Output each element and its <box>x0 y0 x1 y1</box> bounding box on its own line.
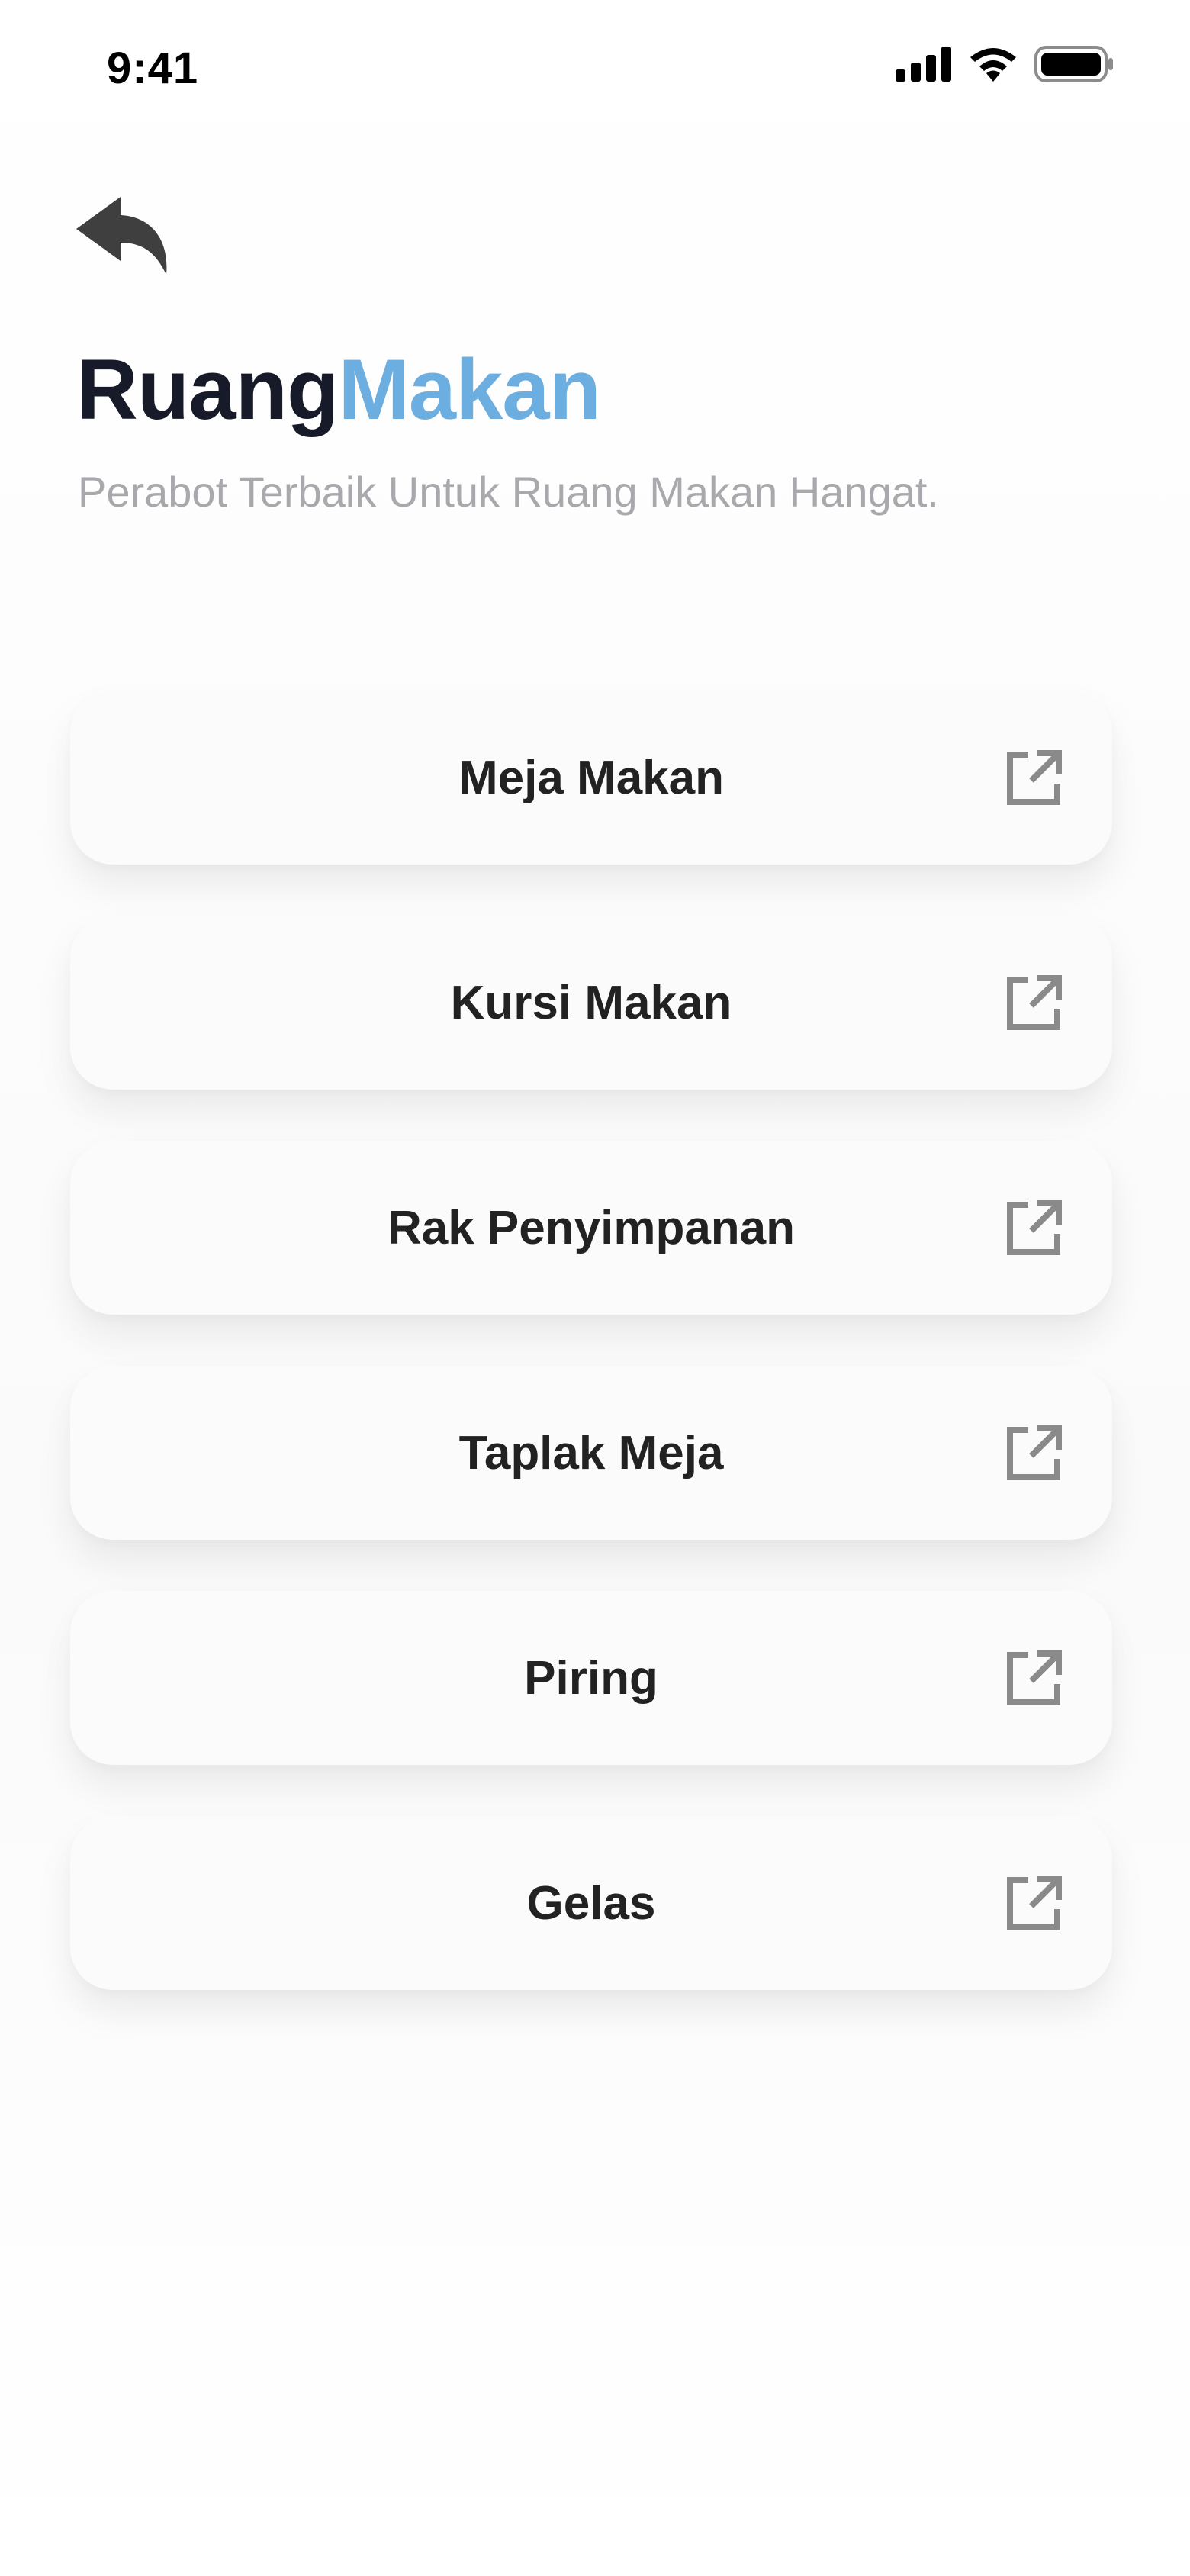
page-subtitle: Perabot Terbaik Untuk Ruang Makan Hangat… <box>78 468 939 516</box>
external-link-icon <box>1007 750 1062 805</box>
list-item-label: Gelas <box>526 1876 656 1930</box>
list-item-kursi-makan[interactable]: Kursi Makan <box>70 916 1112 1090</box>
battery-icon <box>1034 46 1113 82</box>
external-link-icon <box>1007 1876 1062 1930</box>
back-button[interactable] <box>73 195 172 279</box>
wifi-icon <box>970 48 1016 82</box>
list-item-label: Meja Makan <box>458 751 725 804</box>
page-title: RuangMakan <box>76 347 601 433</box>
list-item-label: Taplak Meja <box>458 1426 724 1480</box>
list-item-taplak-meja[interactable]: Taplak Meja <box>70 1366 1112 1540</box>
list-item-rak-penyimpanan[interactable]: Rak Penyimpanan <box>70 1141 1112 1315</box>
list-item-label: Piring <box>524 1651 658 1705</box>
list-item-gelas[interactable]: Gelas <box>70 1816 1112 1990</box>
external-link-icon <box>1007 1425 1062 1480</box>
external-link-icon <box>1007 975 1062 1030</box>
signal-icon <box>896 47 951 82</box>
external-link-icon <box>1007 1650 1062 1705</box>
title-part-1: Ruang <box>76 342 339 437</box>
status-time: 9:41 <box>107 43 199 93</box>
title-part-2: Makan <box>338 342 601 437</box>
back-arrow-icon <box>76 197 167 275</box>
external-link-icon <box>1007 1200 1062 1255</box>
status-icons <box>896 46 1114 82</box>
list-item-meja-makan[interactable]: Meja Makan <box>70 691 1112 865</box>
list-item-label: Kursi Makan <box>450 976 732 1029</box>
screen: 9:41 RuangMakan Perabot Terbaik Untuk Ru… <box>0 0 1190 2576</box>
status-bar: 9:41 <box>0 0 1190 137</box>
list-item-piring[interactable]: Piring <box>70 1591 1112 1765</box>
list-item-label: Rak Penyimpanan <box>387 1201 796 1254</box>
category-list: Meja Makan Kursi Makan Rak Penyimpanan T… <box>70 691 1112 2041</box>
